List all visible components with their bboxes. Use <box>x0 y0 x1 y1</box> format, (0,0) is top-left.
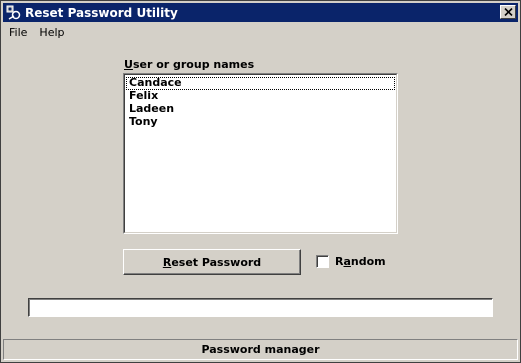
status-text: Password manager <box>201 343 320 356</box>
user-list-label: User or group names <box>124 58 255 71</box>
user-listbox[interactable]: Candace Felix Ladeen Tony <box>123 73 398 234</box>
status-bar: Password manager <box>3 339 518 360</box>
random-option[interactable]: Random <box>316 255 386 268</box>
list-item[interactable]: Candace <box>126 77 395 90</box>
reset-password-button[interactable]: Reset Password <box>123 249 301 275</box>
close-button[interactable] <box>500 5 516 19</box>
list-item[interactable]: Tony <box>126 116 395 129</box>
app-window: Reset Password Utility File Help User or… <box>0 0 521 363</box>
menu-help[interactable]: Help <box>33 26 70 39</box>
menu-bar: File Help <box>3 23 518 41</box>
menu-file[interactable]: File <box>3 26 33 39</box>
window-title: Reset Password Utility <box>25 5 178 20</box>
title-bar[interactable]: Reset Password Utility <box>3 3 518 22</box>
close-icon <box>503 8 513 16</box>
random-label[interactable]: Random <box>335 255 386 268</box>
key-icon <box>6 5 22 21</box>
random-checkbox[interactable] <box>316 255 329 268</box>
list-item[interactable]: Ladeen <box>126 103 395 116</box>
progress-bar <box>28 298 493 317</box>
